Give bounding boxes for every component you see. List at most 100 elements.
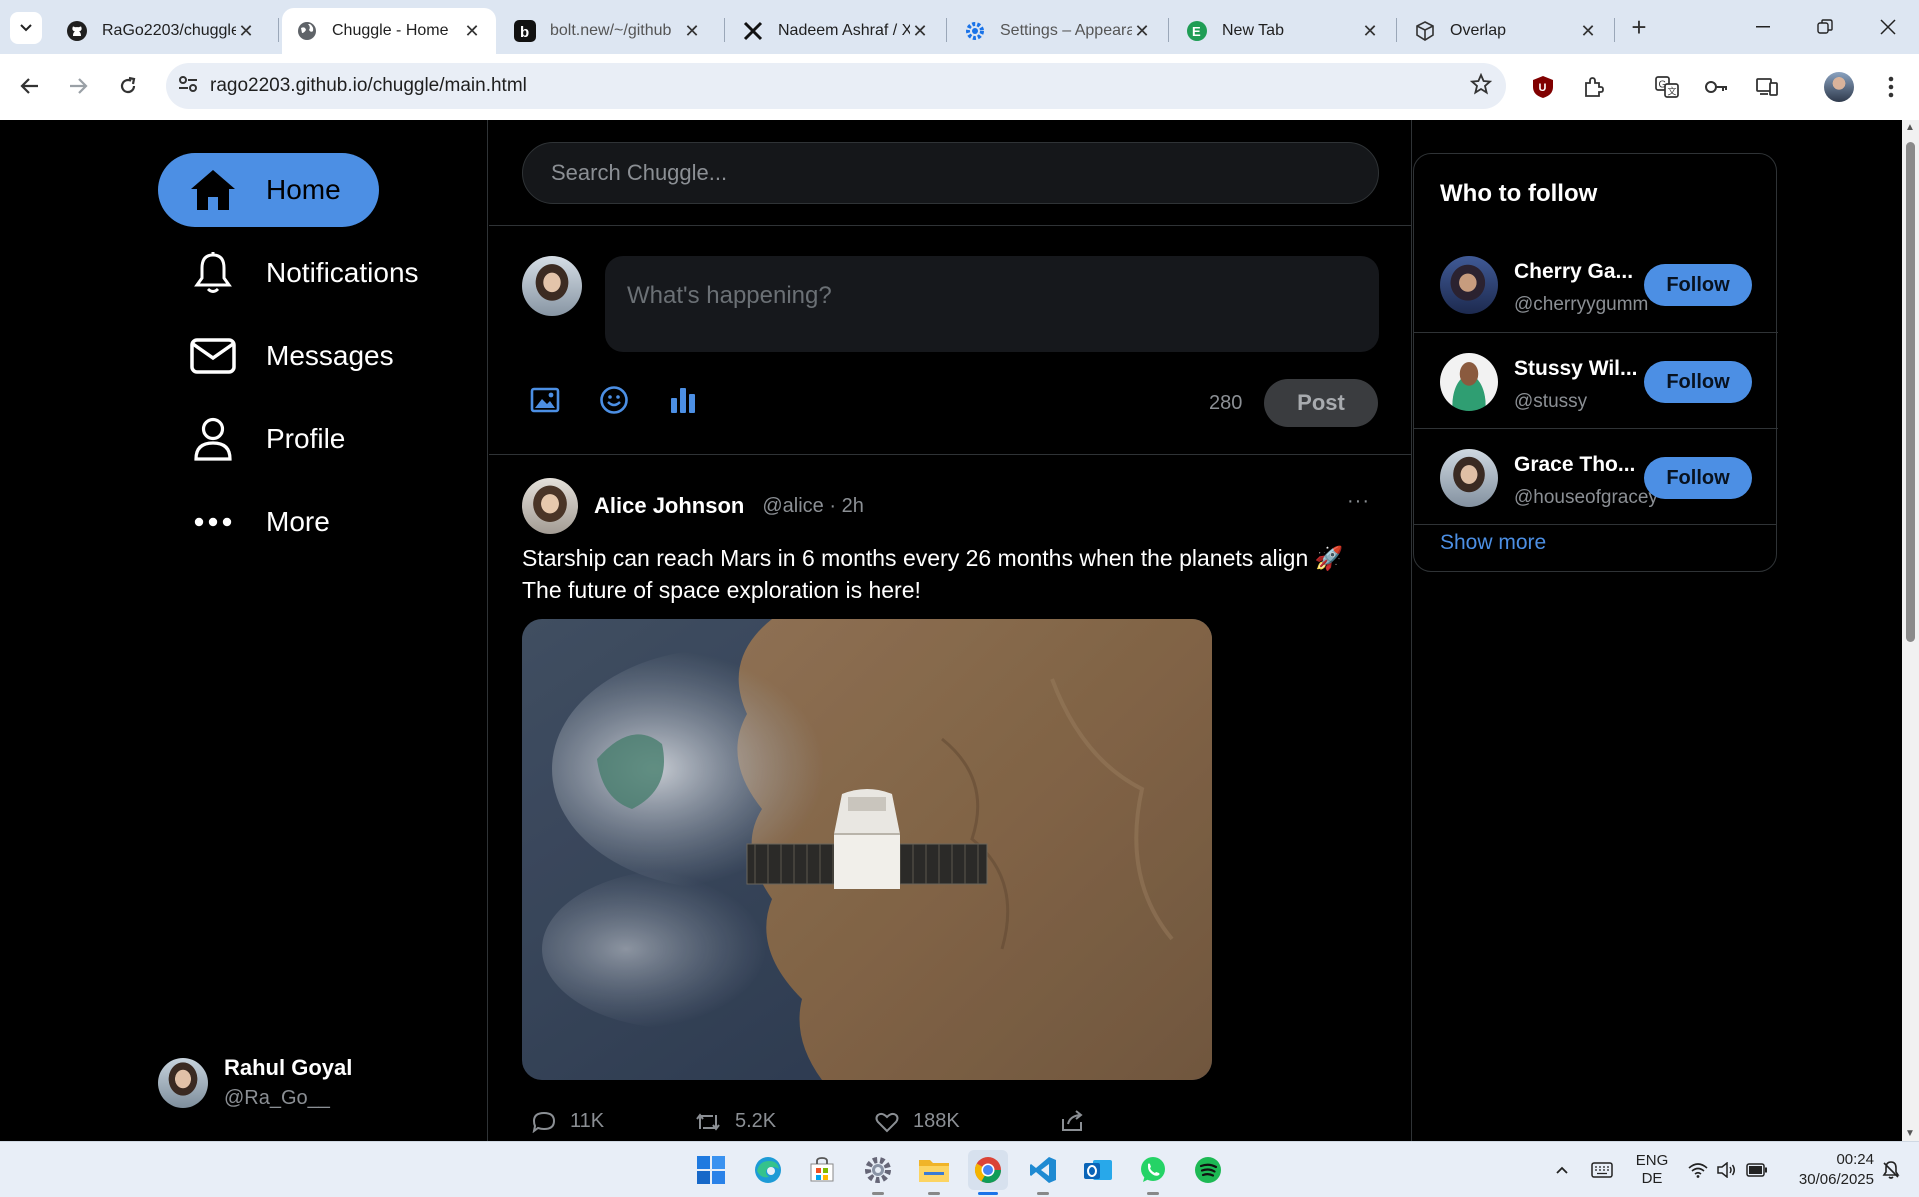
site-info-icon[interactable] [166, 75, 210, 98]
more-dots-icon [186, 495, 240, 549]
author-avatar[interactable] [522, 478, 578, 534]
tab-separator [1614, 18, 1615, 42]
post-image[interactable] [522, 619, 1212, 1080]
follow-button[interactable]: Follow [1644, 264, 1752, 306]
post-author[interactable]: Alice Johnson [594, 493, 744, 519]
window-close-button[interactable] [1857, 0, 1919, 54]
browser-tab-3[interactable]: Nadeem Ashraf / X ✕ [728, 8, 944, 54]
poll-chart-icon[interactable] [665, 382, 701, 418]
tab-separator [278, 18, 279, 42]
sidebar-item-profile[interactable]: Profile [158, 402, 383, 476]
browser-tab-5[interactable]: E New Tab ✕ [1172, 8, 1394, 54]
chevron-down-icon [20, 24, 32, 32]
scrollbar-thumb[interactable] [1906, 142, 1915, 642]
restore-button[interactable] [1794, 0, 1856, 54]
system-clock[interactable]: 00:24 30/06/2025 [1778, 1150, 1874, 1190]
minimize-button[interactable] [1732, 0, 1794, 54]
close-icon[interactable]: ✕ [1578, 21, 1598, 42]
close-icon[interactable]: ✕ [1360, 21, 1380, 42]
tray-overflow-chevron-icon[interactable] [1548, 1142, 1576, 1197]
translate-icon[interactable]: G文 [1650, 70, 1684, 104]
bell-icon [186, 246, 240, 300]
forward-button[interactable] [60, 68, 96, 104]
close-icon[interactable]: ✕ [682, 21, 702, 42]
sidebar-item-notifications[interactable]: Notifications [158, 236, 457, 310]
browser-tab-2[interactable]: b bolt.new/~/github ✕ [500, 8, 716, 54]
sidebar-item-messages[interactable]: Messages [158, 319, 432, 393]
follow-button[interactable]: Follow [1644, 361, 1752, 403]
cast-devices-icon[interactable] [1750, 70, 1784, 104]
whatsapp-icon[interactable] [1133, 1150, 1173, 1195]
close-icon[interactable]: ✕ [1132, 21, 1152, 42]
arrow-right-icon [70, 78, 88, 94]
reload-button[interactable] [110, 68, 146, 104]
current-user[interactable]: Rahul Goyal @Ra_Go__ [158, 1055, 352, 1110]
sidebar-item-label: Profile [266, 423, 346, 454]
scroll-up-icon[interactable]: ▲ [1905, 122, 1915, 133]
spotify-icon[interactable] [1188, 1150, 1228, 1190]
tab-search-button[interactable] [10, 12, 42, 44]
browser-tab-strip: RaGo2203/chuggle ✕ Chuggle - Home ✕ b bo… [0, 0, 1919, 54]
close-icon[interactable]: ✕ [910, 21, 930, 42]
close-icon[interactable]: ✕ [462, 21, 482, 42]
browser-menu-icon[interactable] [1874, 70, 1908, 104]
emoji-icon[interactable] [596, 382, 632, 418]
edge-browser-icon[interactable] [748, 1150, 788, 1190]
follow-suggestion[interactable]: Cherry Ga... @cherryygumm Follow [1414, 236, 1778, 332]
scroll-down-icon[interactable]: ▼ [1905, 1128, 1915, 1139]
image-icon[interactable] [527, 382, 563, 418]
new-tab-button[interactable]: + [1622, 10, 1656, 44]
repost-button[interactable]: 5.2K [695, 1110, 776, 1133]
sidebar-item-home[interactable]: Home [158, 153, 379, 227]
notification-bell-icon[interactable] [1876, 1142, 1906, 1197]
follow-suggestion[interactable]: Stussy Wil... @stussy Follow [1414, 332, 1778, 428]
language-code: ENG [1635, 1152, 1669, 1169]
ms-store-icon[interactable] [802, 1150, 842, 1190]
address-bar[interactable]: rago2203.github.io/chuggle/main.html [166, 63, 1506, 109]
close-icon[interactable]: ✕ [236, 21, 256, 42]
extensions-puzzle-icon[interactable] [1576, 70, 1610, 104]
svg-text:U: U [1539, 82, 1547, 94]
volume-icon[interactable] [1712, 1142, 1740, 1197]
reply-button[interactable]: 11K [532, 1110, 604, 1133]
home-icon [186, 163, 240, 217]
password-key-icon[interactable] [1700, 70, 1734, 104]
sidebar-item-more[interactable]: More [158, 485, 368, 559]
show-more-link[interactable]: Show more [1440, 531, 1546, 555]
compose-textarea[interactable]: What's happening? [605, 256, 1379, 352]
profile-avatar-icon[interactable] [1822, 70, 1856, 104]
reload-icon [120, 76, 136, 94]
language-indicator[interactable]: ENG DE [1628, 1142, 1676, 1197]
keyboard-icon[interactable] [1586, 1142, 1618, 1197]
close-icon [1880, 19, 1896, 35]
browser-tab-4[interactable]: Settings – Appeara ✕ [950, 8, 1166, 54]
windows-start-icon[interactable] [691, 1150, 731, 1190]
settings-gear-icon[interactable] [858, 1150, 898, 1195]
file-explorer-icon[interactable] [914, 1150, 954, 1195]
post-button[interactable]: Post [1264, 379, 1378, 427]
running-indicator [1147, 1192, 1159, 1195]
outlook-icon[interactable] [1078, 1150, 1118, 1190]
post-more-icon[interactable]: ··· [1347, 490, 1370, 513]
restore-icon [1817, 19, 1833, 34]
bookmark-star-icon[interactable] [1469, 72, 1493, 101]
back-button[interactable] [12, 68, 48, 104]
follow-button[interactable]: Follow [1644, 457, 1752, 499]
browser-tab-6[interactable]: Overlap ✕ [1400, 8, 1612, 54]
page-scrollbar[interactable]: ▲ ▼ [1902, 120, 1919, 1141]
share-button[interactable] [1060, 1110, 1098, 1132]
battery-icon[interactable] [1742, 1142, 1772, 1197]
chrome-browser-icon[interactable] [968, 1150, 1008, 1195]
vscode-icon[interactable] [1023, 1150, 1063, 1195]
browser-tab-0[interactable]: RaGo2203/chuggle ✕ [52, 8, 270, 54]
like-button[interactable]: 188K [875, 1110, 960, 1133]
ublock-extension-icon[interactable]: U [1526, 70, 1560, 104]
search-input[interactable]: Search Chuggle... [522, 142, 1379, 204]
tab-title: Overlap [1450, 22, 1507, 39]
tab-title: Settings – Appeara [1000, 22, 1132, 39]
sidebar-item-label: Notifications [266, 257, 419, 288]
follow-suggestion[interactable]: Grace Tho... @houseofgracey Follow [1414, 428, 1778, 524]
browser-tab-1[interactable]: Chuggle - Home ✕ [282, 8, 496, 54]
like-count: 188K [913, 1110, 960, 1132]
wifi-icon[interactable] [1684, 1142, 1712, 1197]
